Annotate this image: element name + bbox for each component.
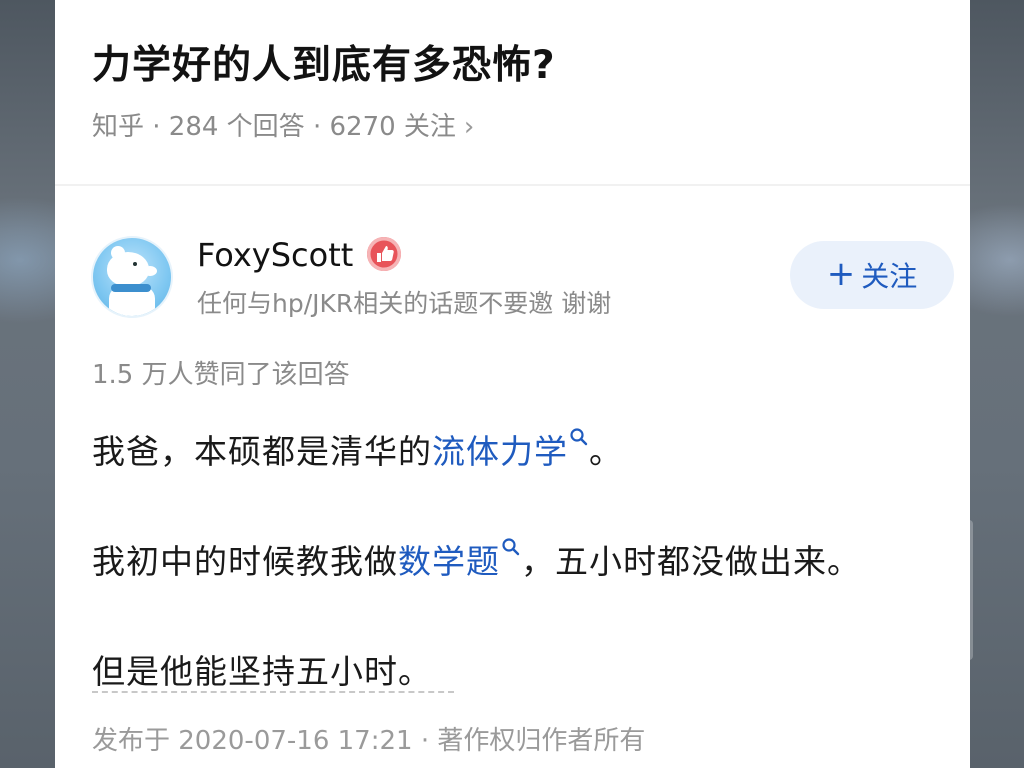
answer-card: 力学好的人到底有多恐怖? 知乎 · 284 个回答 · 6270 关注 › Fox… [55,0,970,768]
search-link-math-problem[interactable]: 数学题 [398,538,521,581]
thumbs-up-badge-icon [367,237,401,271]
link-text: 数学题 [398,542,500,581]
avatar-nose [143,266,157,276]
publish-info: 发布于 2020-07-16 17:21 · 著作权归作者所有 [92,726,646,756]
paragraph-text: 我初中的时候教我做 [92,542,398,581]
avatar-eye [133,262,137,266]
paragraph-text: ，五小时都没做出来。 [521,542,861,581]
answer-paragraph-3[interactable]: 但是他能坚持五小时。 [92,645,432,693]
thumbs-up-icon [367,237,401,271]
follow-label: 关注 [861,260,918,293]
highlight-underline [92,691,454,693]
link-text: 流体力学 [432,432,568,471]
vote-count: 1.5 万人赞同了该回答 [92,360,350,390]
answer-paragraph-2: 我初中的时候教我做数学题 ，五小时都没做出来。 [92,535,861,583]
search-icon [569,427,589,447]
author-bio: 任何与hp/JKR相关的话题不要邀 谢谢 [197,289,612,318]
paragraph-text: 。 [589,432,623,471]
follow-button[interactable]: + 关注 [790,241,954,309]
question-title[interactable]: 力学好的人到底有多恐怖? [92,34,556,90]
answer-paragraph-1: 我爸，本硕都是清华的流体力学。 [92,425,623,473]
question-meta[interactable]: 知乎 · 284 个回答 · 6270 关注 › [92,106,474,143]
search-link-fluid-mechanics[interactable]: 流体力学 [432,428,589,471]
question-meta-text: 知乎 · 284 个回答 · 6270 关注 [92,112,456,142]
avatar[interactable] [91,236,173,318]
plus-icon: + [826,253,856,294]
divider [55,184,970,186]
author-name[interactable]: FoxyScott [197,236,353,274]
scrollbar-thumb[interactable] [965,520,973,660]
chevron-right-icon: › [463,112,475,142]
avatar-scarf [111,284,151,292]
search-icon [501,537,521,557]
paragraph-text: 我爸，本硕都是清华的 [92,432,432,471]
